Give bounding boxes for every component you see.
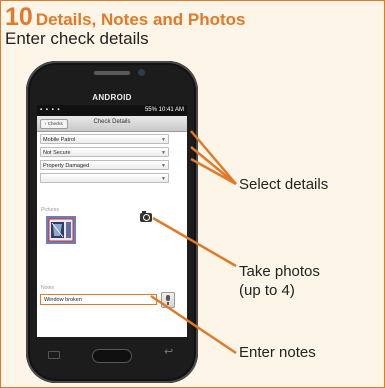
callout-line-select-3 bbox=[190, 157, 237, 186]
annotation-take-photos: Take photos bbox=[239, 263, 320, 280]
callout-line-notes bbox=[150, 294, 237, 355]
callout-line-select-2 bbox=[190, 146, 237, 185]
annotation-photo-limit: (up to 4) bbox=[239, 282, 295, 299]
callout-line-photos bbox=[152, 216, 237, 268]
callout-line-select-1 bbox=[190, 130, 237, 185]
instruction-card: 10 Details, Notes and Photos Enter check … bbox=[0, 0, 385, 388]
annotation-select-details: Select details bbox=[239, 176, 329, 193]
annotation-enter-notes: Enter notes bbox=[239, 344, 316, 361]
callout-lines bbox=[150, 130, 237, 355]
